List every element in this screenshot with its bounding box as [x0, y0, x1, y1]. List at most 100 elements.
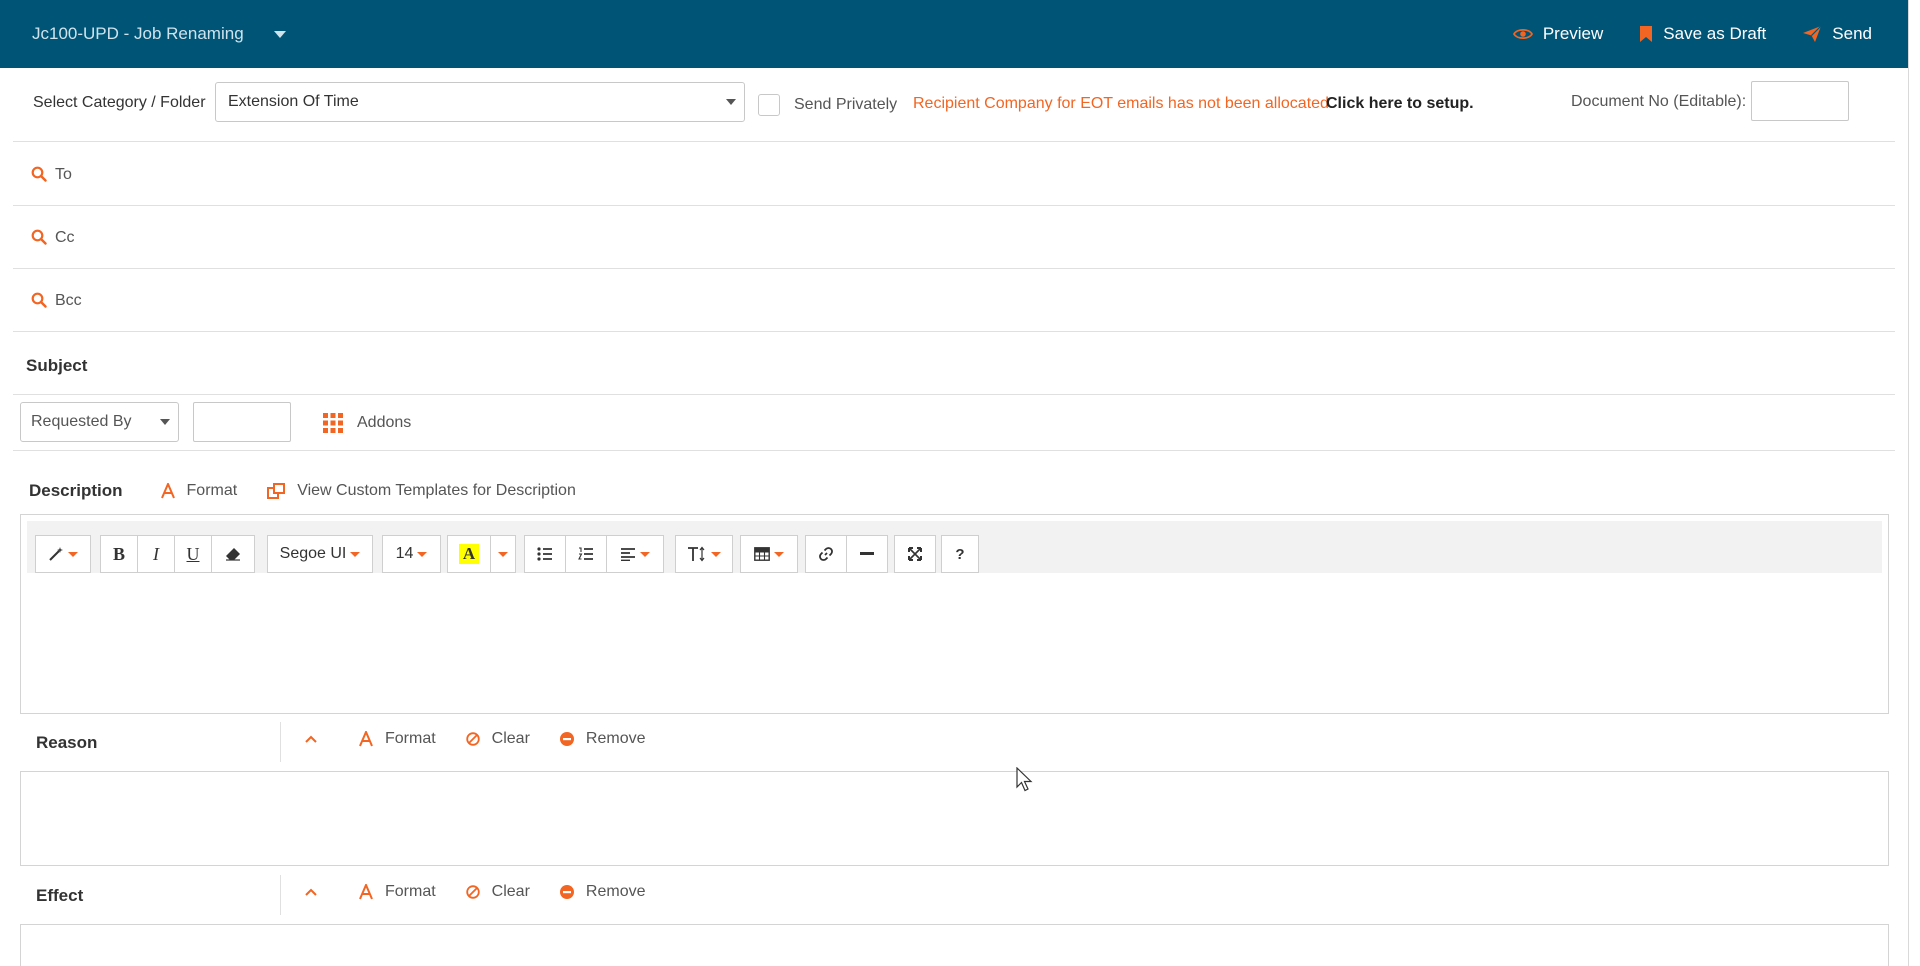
cc-row[interactable]: Cc: [13, 205, 1895, 269]
send-privately-checkbox[interactable]: [758, 94, 780, 116]
font-family-value: Segoe UI: [279, 545, 347, 562]
font-icon: [160, 483, 175, 499]
reason-clear-button[interactable]: Clear: [465, 730, 530, 748]
document-no-input[interactable]: [1751, 81, 1849, 121]
help-button[interactable]: ?: [941, 535, 979, 573]
help-label: ?: [955, 545, 965, 563]
chevron-up-icon: [305, 735, 317, 743]
clear-format-button[interactable]: [211, 535, 255, 573]
reason-format-button[interactable]: Format: [359, 730, 436, 748]
setup-link[interactable]: Click here to setup.: [1326, 95, 1474, 113]
text-height-icon: [688, 546, 705, 562]
description-header: Description Format View Custom Templates…: [29, 481, 606, 501]
paper-plane-icon: [1803, 25, 1822, 42]
bold-button[interactable]: B: [100, 535, 138, 573]
reason-clear-label: Clear: [491, 730, 530, 747]
requested-by-value: Requested By: [31, 413, 132, 430]
allocation-warning: Recipient Company for EOT emails has not…: [913, 95, 1334, 112]
effect-collapse-button[interactable]: [305, 888, 329, 896]
effect-format-label: Format: [385, 883, 436, 900]
chevron-up-icon: [305, 888, 317, 896]
view-templates-button[interactable]: View Custom Templates for Description: [267, 482, 576, 500]
fullscreen-button[interactable]: [894, 535, 936, 573]
chevron-down-icon: [417, 551, 428, 557]
style-button[interactable]: [35, 535, 91, 573]
subject-row[interactable]: Subject: [13, 331, 1895, 395]
divider: [280, 875, 281, 915]
effect-editor[interactable]: [20, 924, 1889, 966]
eye-icon: [1512, 28, 1533, 40]
reason-label: Reason: [36, 733, 98, 752]
send-button[interactable]: Send: [1802, 24, 1872, 44]
preview-button[interactable]: Preview: [1512, 24, 1604, 44]
line-height-button[interactable]: [675, 535, 733, 573]
horizontal-rule-button[interactable]: [846, 535, 888, 573]
top-bar: Jc100-UPD - Job Renaming Preview Save as…: [0, 0, 1908, 68]
save-draft-button[interactable]: Save as Draft: [1639, 24, 1766, 44]
underline-label: U: [186, 543, 200, 564]
description-format-button[interactable]: Format: [160, 482, 238, 500]
reason-remove-button[interactable]: Remove: [559, 730, 645, 748]
grid-icon: [323, 413, 343, 433]
chevron-down-icon: [711, 551, 721, 557]
magic-wand-icon: [49, 547, 63, 561]
reason-editor[interactable]: [20, 771, 1889, 866]
to-row[interactable]: To: [13, 142, 1895, 206]
table-icon: [754, 547, 770, 561]
eraser-icon: [226, 548, 240, 561]
minus-circle-icon: [559, 885, 574, 899]
request-row: Requested By Addons: [13, 395, 1895, 451]
font-family-select[interactable]: Segoe UI: [267, 535, 373, 573]
send-label: Send: [1832, 24, 1872, 43]
link-icon: [819, 547, 833, 561]
align-button[interactable]: [606, 535, 664, 573]
job-selector[interactable]: Jc100-UPD - Job Renaming: [32, 24, 286, 44]
description-label: Description: [29, 481, 123, 500]
effect-remove-label: Remove: [585, 883, 646, 900]
preview-label: Preview: [1542, 24, 1604, 43]
effect-tools: Format Clear Remove: [305, 883, 675, 901]
table-button[interactable]: [740, 535, 798, 573]
italic-button[interactable]: I: [137, 535, 175, 573]
divider: [280, 722, 281, 762]
chevron-down-icon: [68, 551, 78, 557]
requested-by-select[interactable]: Requested By: [20, 402, 179, 442]
bullet-list-icon: [537, 547, 552, 561]
category-label: Select Category / Folder: [33, 94, 206, 111]
reason-collapse-button[interactable]: [305, 735, 329, 743]
requested-by-input[interactable]: [193, 402, 291, 442]
editor-toolbar: B I U Segoe UI 14 A ?: [27, 521, 1882, 573]
description-editor[interactable]: B I U Segoe UI 14 A ?: [20, 514, 1889, 714]
search-icon: [31, 166, 47, 182]
chevron-down-icon: [640, 551, 650, 557]
category-select[interactable]: Extension Of Time: [215, 82, 745, 122]
minus-circle-icon: [559, 732, 574, 746]
save-draft-label: Save as Draft: [1663, 24, 1767, 43]
addons-button[interactable]: Addons: [323, 413, 411, 433]
effect-remove-button[interactable]: Remove: [559, 883, 646, 901]
description-format-label: Format: [186, 482, 238, 499]
bookmark-icon: [1640, 26, 1653, 42]
header-actions: Preview Save as Draft Send: [1512, 0, 1908, 68]
link-button[interactable]: [805, 535, 847, 573]
cc-label: Cc: [55, 229, 75, 246]
font-size-value: 14: [395, 545, 414, 562]
reason-header: Reason Format Clear Remove: [20, 716, 1889, 766]
expand-icon: [908, 547, 922, 561]
effect-clear-button[interactable]: Clear: [465, 883, 530, 901]
bullet-list-button[interactable]: [524, 535, 566, 573]
highlight-color-button[interactable]: A: [447, 535, 491, 573]
numbered-list-icon: [578, 547, 593, 560]
subject-label: Subject: [26, 356, 88, 375]
underline-button[interactable]: U: [174, 535, 212, 573]
chevron-down-icon: [774, 551, 784, 557]
ban-icon: [465, 732, 480, 746]
chevron-down-icon: [350, 551, 361, 557]
highlight-color-dropdown[interactable]: [490, 535, 516, 573]
numbered-list-button[interactable]: [565, 535, 607, 573]
font-icon: [359, 731, 373, 747]
font-size-select[interactable]: 14: [382, 535, 441, 573]
effect-format-button[interactable]: Format: [359, 883, 436, 901]
bcc-row[interactable]: Bcc: [13, 268, 1895, 332]
chevron-down-icon: [498, 551, 508, 557]
